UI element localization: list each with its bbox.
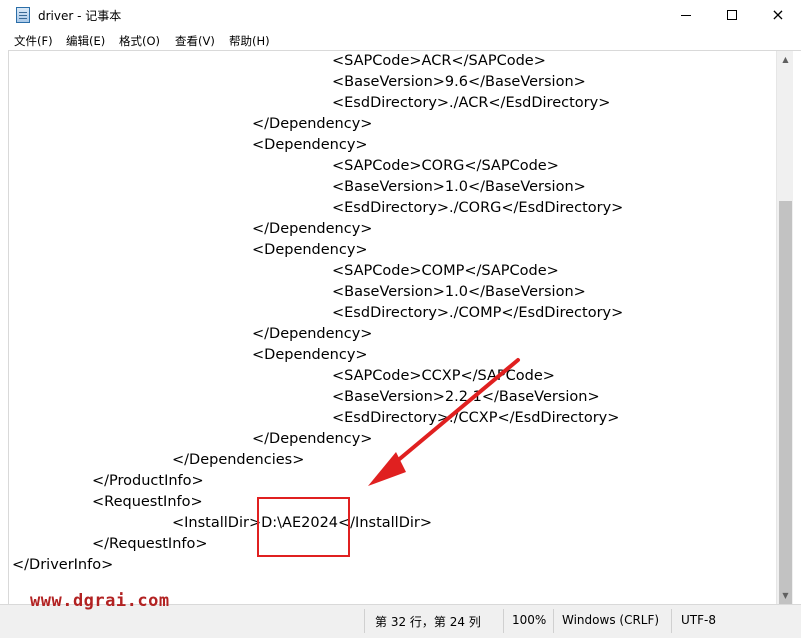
text-line: </DriverInfo> <box>12 557 114 573</box>
text-line: <SAPCode>CORG</SAPCode> <box>332 158 559 174</box>
status-divider <box>364 609 365 633</box>
scroll-down-arrow-icon[interactable]: ▼ <box>777 587 794 604</box>
text-line: <RequestInfo> <box>92 494 203 510</box>
menu-view[interactable]: 查看(V) <box>175 33 215 49</box>
text-line: <SAPCode>COMP</SAPCode> <box>332 263 559 279</box>
text-line: </Dependencies> <box>172 452 305 468</box>
zoom-level: 100% <box>512 613 547 627</box>
status-divider <box>671 609 672 633</box>
text-line: <Dependency> <box>252 242 368 258</box>
maximize-button[interactable] <box>709 0 755 30</box>
text-line: <BaseVersion>1.0</BaseVersion> <box>332 284 586 300</box>
menu-edit[interactable]: 编辑(E) <box>66 33 105 49</box>
status-divider <box>553 609 554 633</box>
window-title: driver - 记事本 <box>38 9 122 23</box>
notepad-icon <box>16 7 30 23</box>
menu-format[interactable]: 格式(O) <box>119 33 160 49</box>
text-line: <BaseVersion>1.0</BaseVersion> <box>332 179 586 195</box>
text-line: <EsdDirectory>./CORG</EsdDirectory> <box>332 200 624 216</box>
text-line: <BaseVersion>2.2.1</BaseVersion> <box>332 389 600 405</box>
text-editor[interactable]: <SAPCode>ACR</SAPCode> <BaseVersion>9.6<… <box>9 51 776 604</box>
highlight-box <box>257 497 350 557</box>
text-line: <BaseVersion>9.6</BaseVersion> <box>332 74 586 90</box>
text-line: </ProductInfo> <box>92 473 204 489</box>
text-line: </Dependency> <box>252 116 373 132</box>
status-divider <box>503 609 504 633</box>
text-line: </RequestInfo> <box>92 536 208 552</box>
line-ending: Windows (CRLF) <box>562 613 660 627</box>
menu-file[interactable]: 文件(F) <box>14 33 53 49</box>
maximize-icon <box>727 10 737 20</box>
text-line: <SAPCode>ACR</SAPCode> <box>332 53 546 69</box>
watermark-text: www.dgrai.com <box>30 591 170 611</box>
text-line: <Dependency> <box>252 137 368 153</box>
cursor-position: 第 32 行，第 24 列 <box>375 615 481 629</box>
text-line: <EsdDirectory>./CCXP</EsdDirectory> <box>332 410 620 426</box>
vertical-scrollbar[interactable]: ▲ ▼ <box>776 51 794 638</box>
encoding: UTF-8 <box>681 613 716 627</box>
text-line: <SAPCode>CCXP</SAPCode> <box>332 368 555 384</box>
text-line: <Dependency> <box>252 347 368 363</box>
text-line: </Dependency> <box>252 431 373 447</box>
minimize-button[interactable] <box>663 0 709 30</box>
text-line: <EsdDirectory>./COMP</EsdDirectory> <box>332 305 624 321</box>
close-icon: × <box>771 5 785 24</box>
title-bar[interactable]: driver - 记事本 × <box>0 0 801 30</box>
text-line: </Dependency> <box>252 221 373 237</box>
scroll-thumb[interactable] <box>779 201 792 638</box>
text-line: <EsdDirectory>./ACR</EsdDirectory> <box>332 95 611 111</box>
text-line: </Dependency> <box>252 326 373 342</box>
scroll-up-arrow-icon[interactable]: ▲ <box>777 51 794 68</box>
menu-bar: 文件(F) 编辑(E) 格式(O) 查看(V) 帮助(H) <box>0 30 801 51</box>
close-button[interactable]: × <box>755 0 801 30</box>
minimize-icon <box>681 14 691 16</box>
menu-help[interactable]: 帮助(H) <box>229 33 270 49</box>
